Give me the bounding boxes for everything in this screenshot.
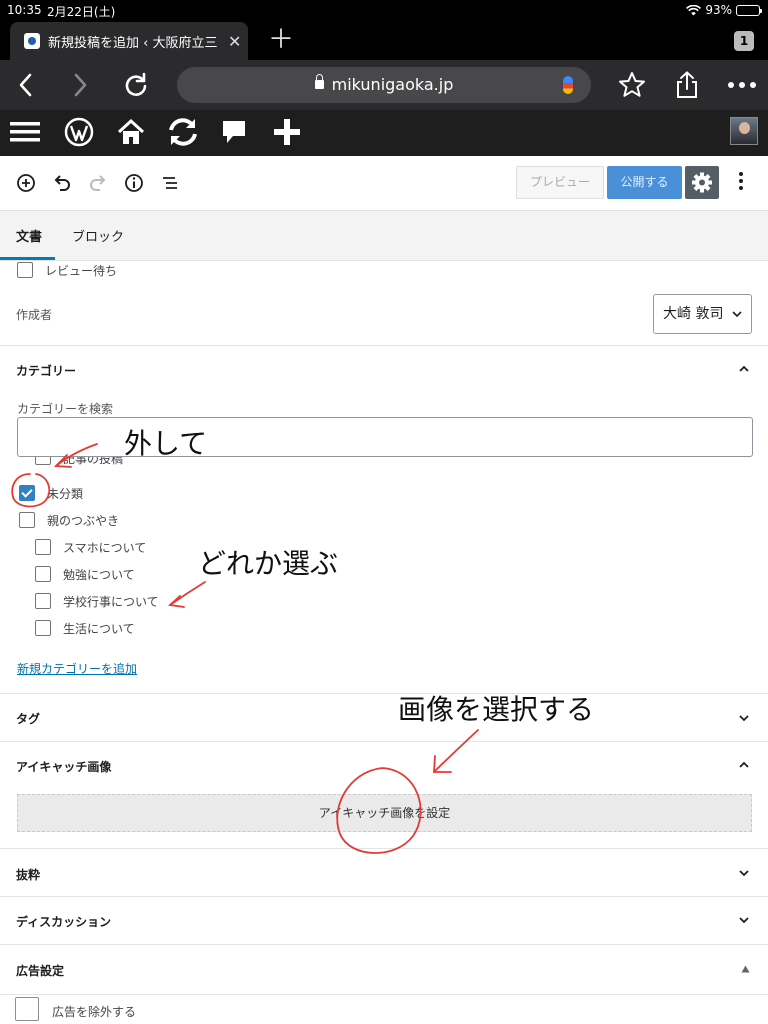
gear-icon (692, 172, 712, 193)
author-select[interactable]: 大崎 敦司 (653, 294, 752, 334)
url-field[interactable]: mikunigaoka.jp (177, 67, 591, 103)
active-tab-indicator (0, 257, 55, 260)
triangle-up-icon[interactable] (741, 965, 750, 973)
forward-icon[interactable] (70, 72, 90, 98)
add-new-category-link[interactable]: 新規カテゴリーを追加 (17, 660, 137, 677)
category-list-clip: 記事の投稿 (0, 457, 768, 475)
featured-image-heading[interactable]: アイキャッチ画像 (16, 758, 111, 775)
back-icon[interactable] (16, 72, 36, 98)
status-time: 10:35 (7, 3, 42, 17)
category-checkbox[interactable] (35, 593, 51, 609)
divider (0, 848, 768, 849)
category-checkbox[interactable] (19, 512, 35, 528)
divider (0, 345, 768, 346)
category-label: 学校行事について (63, 595, 159, 609)
publish-button[interactable]: 公開する (607, 166, 682, 199)
add-block-icon[interactable] (14, 171, 38, 195)
pending-review-label: レビュー待ち (45, 264, 118, 278)
divider (0, 896, 768, 897)
arrow-to-featured-image (433, 729, 479, 773)
status-date: 2月22日(土) (47, 5, 116, 19)
divider (0, 994, 768, 995)
chevron-down-icon[interactable] (739, 713, 749, 723)
arrow-to-categories (169, 581, 206, 606)
share-icon[interactable] (674, 70, 700, 100)
annotation-strokes (11, 443, 479, 854)
browser-tab[interactable]: 新規投稿を追加 ‹ 大阪府立三 ✕ (10, 22, 248, 60)
tab-count-badge[interactable]: 1 (734, 31, 754, 51)
excerpt-panel-heading[interactable]: 抜粋 (16, 866, 40, 883)
divider (0, 741, 768, 742)
close-tab-icon[interactable]: ✕ (228, 32, 241, 51)
lock-icon (314, 74, 324, 89)
divider (0, 693, 768, 694)
status-right: 93% (686, 3, 762, 17)
category-label: 未分類 (47, 487, 84, 501)
user-avatar[interactable] (730, 117, 758, 145)
exclude-ads-label: 広告を除外する (52, 1005, 137, 1019)
divider (0, 944, 768, 945)
exclude-ads-checkbox[interactable] (15, 997, 39, 1021)
pending-review-checkbox[interactable] (17, 262, 33, 278)
more-options-icon[interactable] (727, 80, 757, 90)
reload-icon[interactable] (122, 72, 150, 98)
category-search-label: カテゴリーを検索 (17, 402, 114, 416)
category-checkbox[interactable] (35, 457, 51, 465)
undo-icon[interactable] (50, 171, 74, 195)
ad-settings-heading[interactable]: 広告設定 (16, 962, 64, 979)
categories-heading[interactable]: カテゴリー (16, 362, 76, 379)
chevron-down-icon[interactable] (739, 915, 749, 925)
wp-admin-bar (0, 110, 768, 156)
chevron-up-icon[interactable] (739, 760, 749, 770)
new-tab-plus-icon[interactable]: ＋ (268, 24, 294, 56)
more-tools-icon[interactable] (735, 170, 747, 194)
author-value: 大崎 敦司 (663, 306, 724, 322)
annotation-remove: 外して (124, 427, 208, 460)
arrowhead (167, 595, 185, 608)
tab-block[interactable]: ブロック (72, 226, 124, 245)
arrowhead (433, 755, 452, 773)
category-label: 生活について (63, 622, 135, 636)
annotation-choose: どれか選ぶ (198, 547, 339, 580)
battery-percent: 93% (705, 3, 732, 17)
chevron-down-icon[interactable] (739, 868, 749, 878)
site-home-icon[interactable] (117, 116, 145, 148)
category-label: 記事の投稿 (63, 457, 124, 466)
wordpress-logo-icon[interactable] (64, 116, 94, 148)
block-navigation-icon[interactable] (158, 171, 182, 195)
category-checkbox-uncategorized[interactable] (19, 485, 35, 501)
url-text: mikunigaoka.jp (331, 75, 454, 94)
category-label: 勉強について (63, 568, 135, 582)
new-content-plus-icon[interactable] (272, 116, 302, 148)
category-checkbox[interactable] (35, 620, 51, 636)
browser-tab-title: 新規投稿を追加 ‹ 大阪府立三 (48, 35, 218, 51)
tags-panel-heading[interactable]: タグ (16, 710, 40, 727)
battery-icon (736, 4, 762, 16)
comments-bubble-icon[interactable] (221, 116, 247, 148)
discussion-panel-heading[interactable]: ディスカッション (16, 913, 111, 930)
chevron-down-icon (732, 311, 742, 318)
menu-hamburger-icon[interactable] (10, 116, 40, 148)
category-checkbox[interactable] (35, 566, 51, 582)
set-featured-image-button[interactable]: アイキャッチ画像を設定 (17, 794, 752, 832)
category-checkbox[interactable] (35, 539, 51, 555)
category-label: 親のつぶやき (47, 514, 120, 528)
wifi-icon (686, 4, 702, 15)
microphone-icon[interactable] (563, 76, 573, 94)
bookmark-star-icon[interactable] (617, 70, 647, 100)
category-label: スマホについて (63, 541, 147, 555)
annotation-select-image: 画像を選択する (398, 693, 595, 726)
redo-icon[interactable] (86, 171, 110, 195)
author-label: 作成者 (16, 308, 53, 322)
status-bar: 10:35 2月22日(土) 93% (0, 0, 768, 20)
preview-button[interactable]: プレビュー (516, 166, 604, 199)
chevron-up-icon[interactable] (739, 364, 749, 374)
site-favicon-icon (24, 33, 40, 49)
tab-document[interactable]: 文書 (16, 226, 42, 245)
settings-button[interactable] (685, 166, 719, 199)
info-icon[interactable] (122, 171, 146, 195)
updates-sync-icon[interactable] (166, 116, 200, 148)
